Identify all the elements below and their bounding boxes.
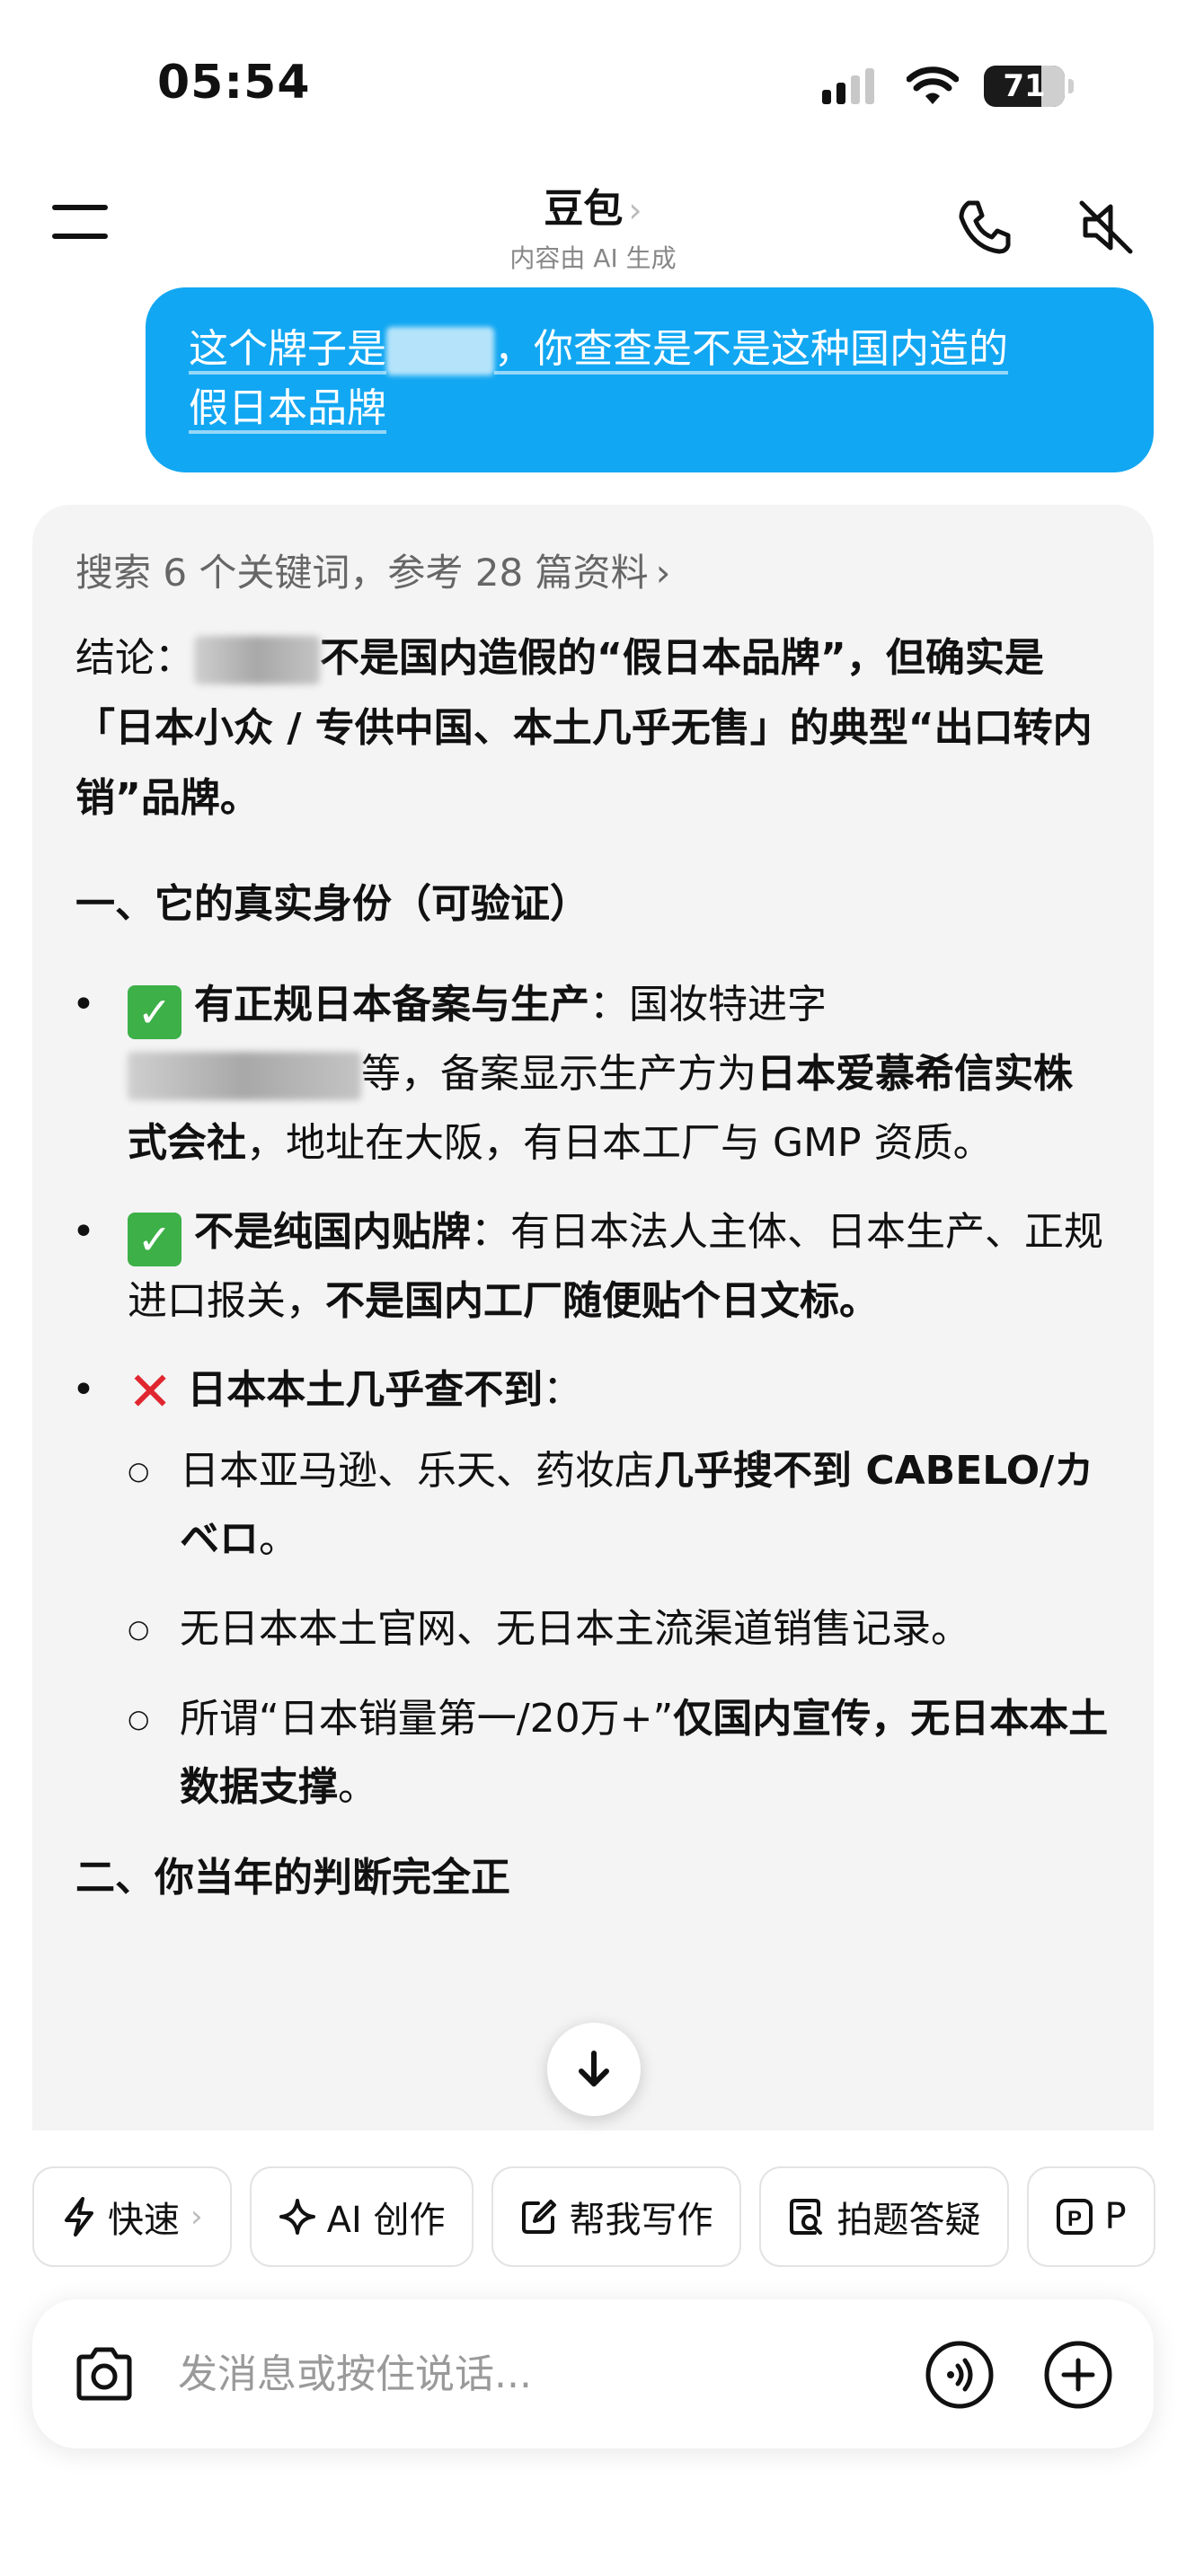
chat-screen: 05:54 71 豆包 › 内容由 AI 生成 这个牌子是 ，你查查是不是这种国… — [0, 0, 1186, 2576]
check-mark-icon: ✓ — [128, 1213, 181, 1266]
bullet-text: 等，备案显示生产方为 — [361, 1051, 757, 1097]
speaker-muted-icon[interactable] — [1075, 196, 1137, 259]
sub-bullet-text: 无日本本土官网、无日本主流渠道销售记录。 — [180, 1606, 970, 1652]
bullet-list: ✓有正规日本备案与生产：国妆特进字 等，备案显示生产方为日本爱慕希信实株式会社，… — [72, 970, 1111, 1822]
p-icon: P — [1057, 2199, 1093, 2235]
bullet-title: 日本本土几乎查不到 — [187, 1367, 544, 1413]
user-message-text: ，你查查是不是这种国内造的 — [494, 326, 1008, 372]
quick-action-chips: 快速 › AI 创作 帮我写作 拍题答疑 P P — [32, 2166, 1155, 2267]
chip-label: AI 创作 — [326, 2200, 446, 2241]
chat-title-text: 豆包 — [544, 186, 624, 232]
user-message-bubble[interactable]: 这个牌子是 ，你查查是不是这种国内造的 假日本品牌 — [146, 287, 1154, 472]
svg-text:P: P — [1067, 2207, 1082, 2231]
chip-label: 帮我写作 — [569, 2200, 713, 2241]
wifi-icon — [907, 66, 959, 104]
section-heading-1: 一、它的真实身份（可验证） — [75, 881, 589, 927]
sub-bullet-list: 日本亚马逊、乐天、药妆店几乎搜不到 CABELO/カベロ。 无日本本土官网、无日… — [128, 1437, 1111, 1822]
status-icons: 71 — [822, 61, 1074, 111]
chip-help-write[interactable]: 帮我写作 — [491, 2166, 742, 2267]
voice-input-icon[interactable] — [924, 2339, 996, 2411]
sub-list-item: 无日本本土官网、无日本主流渠道销售记录。 — [128, 1595, 1111, 1663]
sparkle-icon — [279, 2199, 315, 2235]
bolt-icon — [65, 2197, 93, 2236]
message-input-bar: 发消息或按住说话... — [32, 2299, 1154, 2448]
bullet-title: 不是纯国内贴牌 — [194, 1209, 471, 1255]
bullet-text: ： — [543, 1367, 583, 1413]
chip-label: 拍题答疑 — [836, 2200, 981, 2241]
battery-tip — [1068, 79, 1074, 93]
chip-label: P — [1104, 2196, 1127, 2237]
assistant-message-card: 搜索 6 个关键词，参考 28 篇资料 › 结论： 不是国内造假的“假日本品牌”，但… — [32, 505, 1154, 2130]
sub-bullet-text: 日本亚马逊、乐天、药妆店 — [180, 1448, 654, 1494]
chevron-right-icon: › — [190, 2199, 203, 2235]
scan-question-icon — [790, 2199, 823, 2235]
chip-photo-question[interactable]: 拍题答疑 — [759, 2166, 1010, 2267]
sub-bullet-text: 所谓“日本销量第一/20万+” — [180, 1696, 674, 1742]
chip-label: 快速 — [108, 2200, 180, 2241]
message-input[interactable]: 发消息或按住说话... — [178, 2350, 532, 2400]
list-item: ✕ 日本本土几乎查不到： 日本亚马逊、乐天、药妆店几乎搜不到 CABELO/カベロ… — [72, 1355, 1111, 1822]
chip-fast-mode[interactable]: 快速 › — [32, 2166, 232, 2267]
arrow-down-icon — [579, 2051, 609, 2086]
redacted-registration-number — [128, 1052, 361, 1100]
status-time: 05:54 — [157, 56, 311, 110]
redacted-brand — [194, 636, 320, 684]
bullet-bold: 不是国内工厂随便贴个日文标。 — [325, 1278, 879, 1324]
conclusion-label: 结论： — [75, 635, 194, 681]
bullet-title: 有正规日本备案与生产 — [194, 982, 589, 1028]
battery-icon: 71 — [984, 66, 1065, 107]
cross-mark-icon: ✕ — [128, 1361, 173, 1424]
chip-more[interactable]: P P — [1027, 2166, 1155, 2267]
bullet-text: ，地址在大阪，有日本工厂与 GMP 资质。 — [246, 1120, 993, 1166]
chevron-right-icon: › — [628, 190, 642, 230]
list-item: ✓不是纯国内贴牌：有日本法人主体、日本生产、正规进口报关，不是国内工厂随便贴个日… — [72, 1197, 1111, 1336]
bullet-text: ：国妆特进字 — [589, 982, 827, 1028]
search-references-link[interactable]: 搜索 6 个关键词，参考 28 篇资料 › — [75, 548, 1111, 598]
search-references-text: 搜索 6 个关键词，参考 28 篇资料 — [75, 551, 649, 595]
battery-level: 71 — [1003, 68, 1046, 104]
sub-bullet-text: 。 — [338, 1764, 377, 1810]
check-mark-icon: ✓ — [128, 985, 181, 1039]
chip-ai-create[interactable]: AI 创作 — [249, 2166, 474, 2267]
plus-icon[interactable] — [1042, 2339, 1114, 2411]
section-heading-2: 二、你当年的判断完全正 — [75, 1855, 510, 1901]
sub-list-item: 日本亚马逊、乐天、药妆店几乎搜不到 CABELO/カベロ。 — [128, 1437, 1111, 1574]
camera-icon[interactable] — [70, 2341, 138, 2409]
scroll-to-bottom-button[interactable] — [547, 2023, 641, 2116]
sub-bullet-text: 。 — [259, 1516, 298, 1562]
chevron-right-icon: › — [655, 551, 671, 595]
list-item: ✓有正规日本备案与生产：国妆特进字 等，备案显示生产方为日本爱慕希信实株式会社，… — [72, 970, 1111, 1178]
cellular-signal-icon — [822, 68, 874, 104]
user-message-text: 这个牌子是 — [189, 326, 386, 372]
sub-list-item: 所谓“日本销量第一/20万+”仅国内宣传，无日本本土数据支撑。 — [128, 1685, 1111, 1822]
phone-call-icon[interactable] — [952, 196, 1015, 259]
user-message-text: 假日本品牌 — [189, 385, 386, 431]
edit-icon — [522, 2200, 557, 2234]
redacted-brand — [386, 327, 494, 375]
conclusion-paragraph: 结论： 不是国内造假的“假日本品牌”，但确实是「日本小众 / 专供中国、本土几乎无… — [75, 623, 1111, 834]
